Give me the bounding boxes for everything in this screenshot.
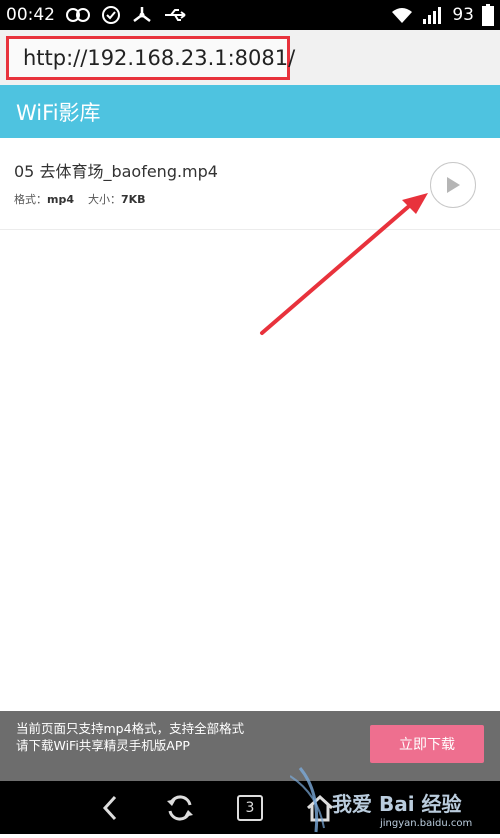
play-button[interactable] (430, 162, 476, 208)
play-icon (447, 177, 460, 193)
back-button[interactable] (92, 791, 128, 825)
status-bar: 00:42 93 (0, 0, 500, 30)
format-label: 格式： (14, 193, 47, 206)
address-bar: http://192.168.23.1:8081/ (0, 30, 500, 85)
download-button[interactable]: 立即下载 (370, 725, 484, 763)
status-time: 00:42 (6, 5, 55, 25)
tab-count: 3 (237, 795, 263, 821)
browser-nav-bar: 3 (0, 781, 500, 834)
app-header: WiFi影库 (0, 85, 500, 138)
promo-text: 当前页面只支持mp4格式，支持全部格式请下载WiFi共享精灵手机版APP (16, 721, 245, 753)
infinity-icon (65, 7, 91, 23)
promo-banner: 当前页面只支持mp4格式，支持全部格式请下载WiFi共享精灵手机版APP 立即下… (0, 711, 500, 781)
refresh-button[interactable] (162, 791, 198, 825)
format-value: mp4 (47, 193, 74, 206)
wifi-icon (390, 6, 414, 24)
url-text: http://192.168.23.1:8081/ (23, 46, 296, 70)
signal-icon (422, 5, 444, 25)
url-field[interactable]: http://192.168.23.1:8081/ (6, 36, 295, 80)
battery-icon (482, 4, 494, 26)
video-title: 05 去体育场_baofeng.mp4 (14, 162, 218, 181)
back-arrow-icon (102, 795, 117, 821)
size-label: 大小： (88, 193, 121, 206)
list-item[interactable]: 05 去体育场_baofeng.mp4 格式：mp4 大小：7KB (0, 138, 500, 230)
share-node-icon (131, 5, 153, 25)
size-value: 7KB (121, 193, 146, 206)
video-meta: 格式：mp4 大小：7KB (14, 191, 146, 207)
check-circle-icon (101, 5, 121, 25)
home-icon (306, 794, 334, 822)
usb-icon (163, 7, 189, 23)
refresh-icon (167, 795, 193, 821)
tabs-button[interactable]: 3 (232, 791, 268, 825)
battery-level: 93 (452, 5, 474, 25)
home-button[interactable] (302, 791, 338, 825)
page-title: WiFi影库 (16, 100, 101, 125)
